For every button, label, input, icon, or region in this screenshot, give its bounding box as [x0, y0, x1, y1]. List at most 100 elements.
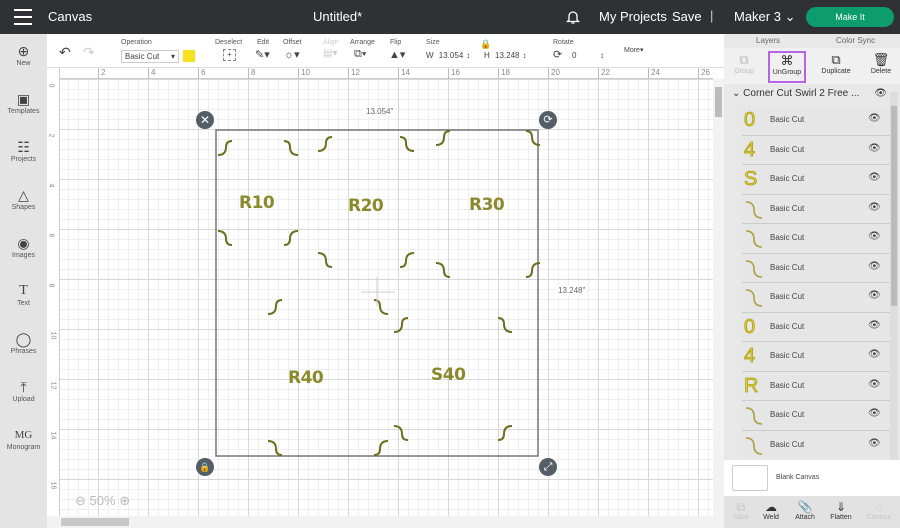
shape-label-s40[interactable]: S40: [431, 365, 466, 385]
swirl-corner-shape[interactable]: [217, 230, 233, 246]
delete-handle-icon[interactable]: ✕: [196, 111, 214, 129]
swirl-corner-shape[interactable]: [393, 317, 409, 333]
undo-icon[interactable]: ↶: [59, 44, 71, 61]
edit-pencil-icon[interactable]: ✎▾: [255, 48, 270, 61]
shape-label-r20[interactable]: R20: [348, 196, 384, 216]
eye-icon[interactable]: 👁: [868, 172, 881, 183]
eye-icon[interactable]: 👁: [868, 349, 881, 360]
layer-group-header[interactable]: ⌄ Corner Cut Swirl 2 Free ... 👁: [732, 88, 887, 99]
machine-selector[interactable]: Maker 3 ⌄: [734, 9, 796, 25]
layer-row[interactable]: Basic Cut 👁: [742, 224, 890, 254]
swirl-corner-shape[interactable]: [283, 230, 299, 246]
eye-icon[interactable]: 👁: [868, 379, 881, 390]
sidebar-item-images[interactable]: ◉ Images: [0, 234, 47, 259]
eye-icon[interactable]: 👁: [868, 290, 881, 301]
deselect-button[interactable]: +: [223, 49, 236, 61]
chevron-down-icon[interactable]: ⌄: [732, 88, 740, 99]
arrange-icon[interactable]: ⧉▾: [354, 48, 366, 61]
layer-row[interactable]: Basic Cut 👁: [742, 430, 890, 458]
layers-scrollbar[interactable]: [890, 92, 898, 460]
layer-row[interactable]: 4 Basic Cut 👁: [742, 342, 890, 372]
offset-icon[interactable]: ☼▾: [284, 48, 300, 61]
contour-button[interactable]: ◌ Contour: [862, 500, 896, 521]
zoom-out-icon[interactable]: ⊖: [75, 493, 86, 508]
eye-icon[interactable]: 👁: [868, 143, 881, 154]
layer-row[interactable]: 0 Basic Cut 👁: [742, 312, 890, 342]
ungroup-button[interactable]: ⌘ UnGroup: [768, 51, 806, 83]
project-title[interactable]: Untitled*: [313, 9, 362, 24]
sidebar-item-monogram[interactable]: MG Monogram: [0, 426, 47, 451]
hamburger-menu-icon[interactable]: [14, 9, 32, 25]
swirl-corner-shape[interactable]: [393, 425, 409, 441]
shape-label-r30[interactable]: R30: [469, 195, 505, 215]
swirl-corner-shape[interactable]: [283, 140, 299, 156]
eye-icon[interactable]: 👁: [868, 261, 881, 272]
swirl-corner-shape[interactable]: [399, 136, 415, 152]
tab-layers[interactable]: Layers: [756, 36, 780, 45]
swirl-corner-shape[interactable]: [217, 140, 233, 156]
swirl-corner-shape[interactable]: [399, 252, 415, 268]
swirl-corner-shape[interactable]: [497, 425, 513, 441]
horizontal-scrollbar[interactable]: [47, 516, 724, 528]
sidebar-item-new[interactable]: ⊕ New: [0, 42, 47, 67]
duplicate-button[interactable]: ⧉ Duplicate: [816, 52, 856, 75]
scrollbar-thumb[interactable]: [715, 87, 722, 117]
width-field[interactable]: W 13.054 ↕: [426, 50, 470, 61]
slice-button[interactable]: ⧉ Slice: [724, 500, 758, 521]
shape-label-r40[interactable]: R40: [288, 368, 324, 388]
blank-canvas-row[interactable]: Blank Canvas: [724, 460, 900, 496]
swirl-corner-shape[interactable]: [267, 299, 283, 315]
eye-icon[interactable]: 👁: [868, 408, 881, 419]
swirl-corner-shape[interactable]: [373, 299, 389, 315]
resize-handle-icon[interactable]: ⤢: [539, 458, 557, 476]
tab-color-sync[interactable]: Color Sync: [836, 36, 875, 45]
flatten-button[interactable]: ⇓ Flatten: [824, 500, 858, 521]
sidebar-item-phrases[interactable]: ◯ Phrases: [0, 330, 47, 355]
layer-row[interactable]: Basic Cut 👁: [742, 401, 890, 431]
sidebar-item-upload[interactable]: ⤒ Upload: [0, 378, 47, 403]
swirl-corner-shape[interactable]: [497, 317, 513, 333]
swirl-corner-shape[interactable]: [373, 440, 389, 456]
attach-button[interactable]: 📎 Attach: [788, 500, 822, 521]
layer-row[interactable]: 4 Basic Cut 👁: [742, 135, 890, 165]
swirl-corner-shape[interactable]: [267, 440, 283, 456]
make-it-button[interactable]: Make It: [806, 7, 894, 27]
scrollbar-thumb[interactable]: [891, 106, 897, 306]
layer-row[interactable]: Basic Cut 👁: [742, 253, 890, 283]
sidebar-item-projects[interactable]: ☷ Projects: [0, 138, 47, 163]
operation-color-swatch[interactable]: [183, 50, 195, 62]
swirl-corner-shape[interactable]: [435, 130, 451, 146]
rotate-field[interactable]: 0 ↕: [569, 50, 607, 61]
eye-icon[interactable]: 👁: [874, 88, 887, 99]
layer-row[interactable]: Basic Cut 👁: [742, 194, 890, 224]
sidebar-item-shapes[interactable]: △ Shapes: [0, 186, 47, 211]
rotate-handle-icon[interactable]: ⟳: [539, 111, 557, 129]
lock-ratio-icon[interactable]: 🔒: [480, 39, 491, 50]
eye-icon[interactable]: 👁: [868, 438, 881, 449]
shape-label-r10[interactable]: R10: [239, 193, 275, 213]
sidebar-item-templates[interactable]: ▣ Templates: [0, 90, 47, 115]
redo-icon[interactable]: ↷: [83, 44, 95, 61]
eye-icon[interactable]: 👁: [868, 320, 881, 331]
my-projects-link[interactable]: My Projects: [599, 9, 667, 24]
layer-row[interactable]: 0 Basic Cut 👁: [742, 106, 890, 136]
weld-button[interactable]: ☁ Weld: [754, 500, 788, 521]
layer-row[interactable]: S Basic Cut 👁: [742, 165, 890, 195]
more-button[interactable]: More▾: [624, 46, 643, 54]
swirl-corner-shape[interactable]: [317, 136, 333, 152]
eye-icon[interactable]: 👁: [868, 202, 881, 213]
vertical-scrollbar[interactable]: [713, 79, 724, 516]
canvas-swatch[interactable]: [732, 465, 768, 491]
swirl-corner-shape[interactable]: [435, 262, 451, 278]
width-value[interactable]: 13.054: [436, 50, 466, 61]
save-button[interactable]: Save: [672, 9, 702, 24]
operation-select[interactable]: Basic Cut ▾: [121, 50, 179, 63]
bell-icon[interactable]: [565, 9, 581, 30]
eye-icon[interactable]: 👁: [868, 231, 881, 242]
group-button[interactable]: ⧉ Group: [724, 52, 764, 75]
design-canvas[interactable]: 13.054" 13.248" R10 R20 R30 R40 S40 ✕ ⟳ …: [60, 79, 713, 516]
height-field[interactable]: H 13.248 ↕: [484, 50, 526, 61]
height-value[interactable]: 13.248: [492, 50, 522, 61]
sidebar-item-text[interactable]: T Text: [0, 282, 47, 307]
lock-handle-icon[interactable]: 🔒: [196, 458, 214, 476]
